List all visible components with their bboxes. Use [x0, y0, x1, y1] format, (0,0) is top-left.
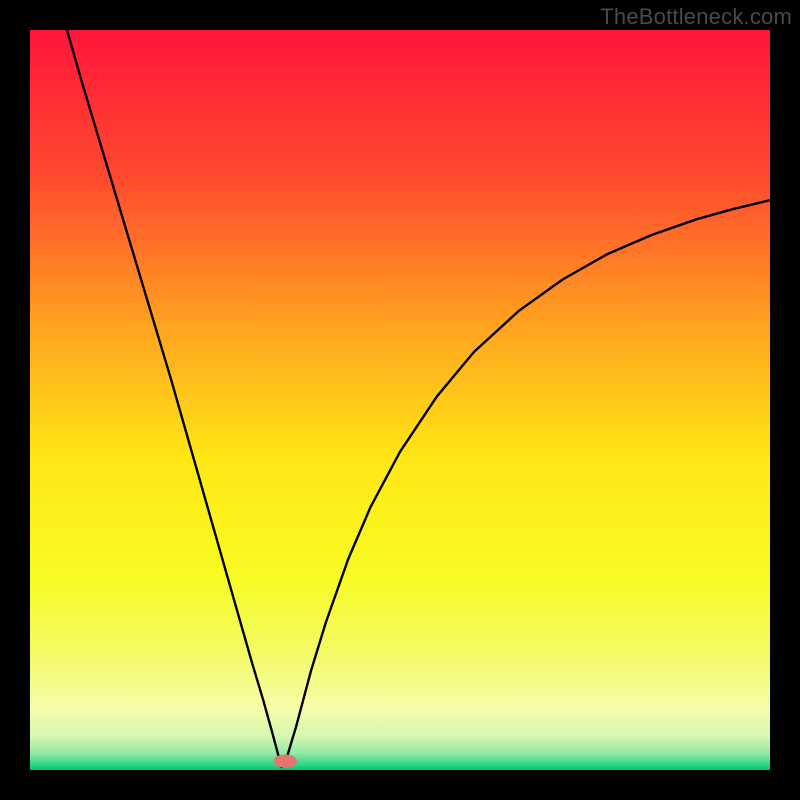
watermark-text: TheBottleneck.com	[600, 4, 792, 30]
chart-background	[30, 30, 770, 770]
optimal-point-marker	[273, 754, 297, 767]
chart-frame	[30, 30, 770, 770]
bottleneck-chart	[30, 30, 770, 770]
